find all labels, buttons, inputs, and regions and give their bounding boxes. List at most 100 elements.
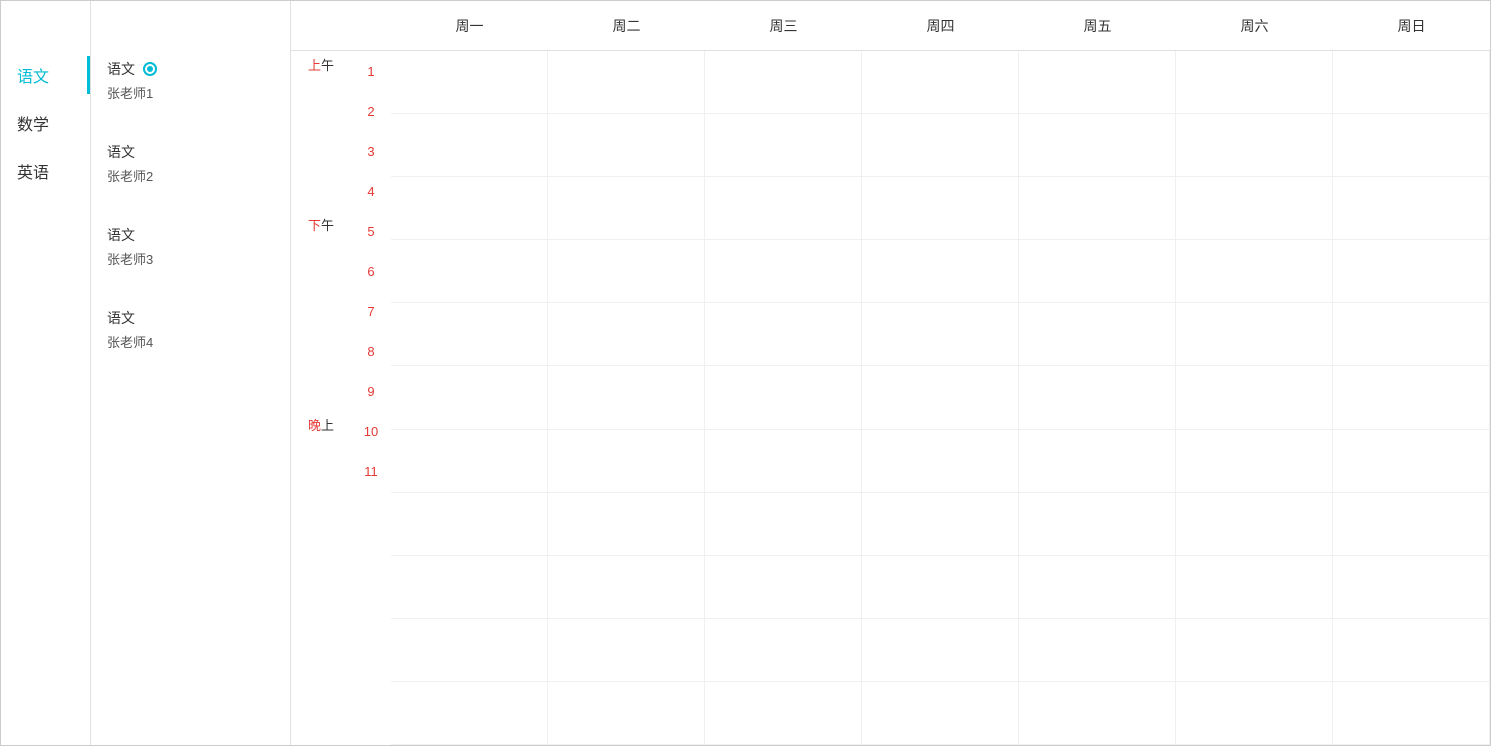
grid-cell-period9-day2[interactable] (548, 556, 705, 618)
grid-cell-period11-day4[interactable] (862, 682, 1019, 744)
grid-cell-period6-day7[interactable] (1333, 366, 1490, 428)
teacher-name-3[interactable]: 张老师3 (107, 249, 274, 268)
grid-cell-period5-day5[interactable] (1019, 303, 1176, 365)
teacher-subject-3[interactable]: 语文 (107, 225, 274, 245)
period-num-7: 7 (351, 291, 391, 331)
grid-cell-period4-day5[interactable] (1019, 240, 1176, 302)
grid-cell-period11-day1[interactable] (391, 682, 548, 744)
grid-cell-period2-day1[interactable] (391, 114, 548, 176)
grid-cell-period2-day2[interactable] (548, 114, 705, 176)
grid-cell-period10-day3[interactable] (705, 619, 862, 681)
grid-cell-period8-day5[interactable] (1019, 493, 1176, 555)
grid-cell-period3-day2[interactable] (548, 177, 705, 239)
grid-cell-period10-day6[interactable] (1176, 619, 1333, 681)
grid-row-8 (391, 493, 1490, 556)
grid-cell-period2-day3[interactable] (705, 114, 862, 176)
grid-cell-period7-day3[interactable] (705, 430, 862, 492)
teacher-subject-1[interactable]: 语文 (107, 59, 274, 79)
teacher-name-2[interactable]: 张老师2 (107, 166, 274, 185)
grid-cell-period5-day1[interactable] (391, 303, 548, 365)
grid-cell-period8-day7[interactable] (1333, 493, 1490, 555)
grid-cell-period1-day7[interactable] (1333, 51, 1490, 113)
grid-cell-period5-day4[interactable] (862, 303, 1019, 365)
grid-cell-period8-day1[interactable] (391, 493, 548, 555)
period-num-8: 8 (351, 331, 391, 371)
grid-cell-period9-day5[interactable] (1019, 556, 1176, 618)
grid-cell-period9-day6[interactable] (1176, 556, 1333, 618)
grid-cell-period7-day7[interactable] (1333, 430, 1490, 492)
grid-cell-period5-day6[interactable] (1176, 303, 1333, 365)
grid-cell-period1-day5[interactable] (1019, 51, 1176, 113)
grid-cell-period4-day7[interactable] (1333, 240, 1490, 302)
grid-cell-period3-day5[interactable] (1019, 177, 1176, 239)
grid-cell-period2-day6[interactable] (1176, 114, 1333, 176)
grid-cell-period9-day7[interactable] (1333, 556, 1490, 618)
grid-cell-period7-day5[interactable] (1019, 430, 1176, 492)
radio-teacher-1[interactable] (143, 62, 157, 76)
teacher-name-4[interactable]: 张老师4 (107, 332, 274, 351)
sidebar-item-math[interactable]: 数学 (1, 99, 90, 147)
teacher-subject-2[interactable]: 语文 (107, 142, 274, 162)
grid-cell-period10-day1[interactable] (391, 619, 548, 681)
section-evening: 晚上 (291, 411, 351, 491)
teacher-subject-4[interactable]: 语文 (107, 308, 274, 328)
grid-cell-period10-day7[interactable] (1333, 619, 1490, 681)
grid-cell-period11-day3[interactable] (705, 682, 862, 744)
grid-cell-period4-day2[interactable] (548, 240, 705, 302)
grid-cell-period8-day3[interactable] (705, 493, 862, 555)
grid-cell-period9-day1[interactable] (391, 556, 548, 618)
grid-cell-period4-day1[interactable] (391, 240, 548, 302)
grid-cell-period6-day4[interactable] (862, 366, 1019, 428)
teacher-subject-label-2: 语文 (107, 142, 135, 162)
grid-cell-period11-day2[interactable] (548, 682, 705, 744)
grid-cell-period2-day5[interactable] (1019, 114, 1176, 176)
grid-cell-period5-day2[interactable] (548, 303, 705, 365)
grid-cell-period4-day6[interactable] (1176, 240, 1333, 302)
teacher-group-2: 语文 张老师2 (91, 134, 290, 193)
grid-cell-period1-day4[interactable] (862, 51, 1019, 113)
grid-cell-period6-day6[interactable] (1176, 366, 1333, 428)
grid-cell-period7-day1[interactable] (391, 430, 548, 492)
sidebar-item-english[interactable]: 英语 (1, 147, 90, 195)
grid-cell-period6-day3[interactable] (705, 366, 862, 428)
grid-cell-period2-day4[interactable] (862, 114, 1019, 176)
grid-cell-period4-day3[interactable] (705, 240, 862, 302)
grid-cell-period3-day3[interactable] (705, 177, 862, 239)
sidebar-item-chinese[interactable]: 语文 (1, 51, 90, 99)
grid-cell-period3-day4[interactable] (862, 177, 1019, 239)
grid-cell-period6-day2[interactable] (548, 366, 705, 428)
grid-cell-period5-day7[interactable] (1333, 303, 1490, 365)
header-day-sat: 周六 (1176, 16, 1333, 36)
grid-cell-period7-day4[interactable] (862, 430, 1019, 492)
grid-cell-period8-day4[interactable] (862, 493, 1019, 555)
grid-cell-period4-day4[interactable] (862, 240, 1019, 302)
schedule-header: 周一 周二 周三 周四 周五 周六 周日 (291, 1, 1490, 51)
teacher-name-1[interactable]: 张老师1 (107, 83, 274, 102)
grid-cell-period5-day3[interactable] (705, 303, 862, 365)
grid-cell-period1-day1[interactable] (391, 51, 548, 113)
grid-cell-period6-day5[interactable] (1019, 366, 1176, 428)
period-num-9: 9 (351, 371, 391, 411)
grid-cell-period9-day4[interactable] (862, 556, 1019, 618)
grid-cell-period8-day6[interactable] (1176, 493, 1333, 555)
grid-row-7 (391, 430, 1490, 493)
grid-cell-period8-day2[interactable] (548, 493, 705, 555)
grid-cell-period9-day3[interactable] (705, 556, 862, 618)
grid-cell-period11-day5[interactable] (1019, 682, 1176, 744)
grid-cell-period7-day2[interactable] (548, 430, 705, 492)
grid-cell-period6-day1[interactable] (391, 366, 548, 428)
grid-cell-period2-day7[interactable] (1333, 114, 1490, 176)
grid-cell-period1-day6[interactable] (1176, 51, 1333, 113)
grid-cell-period3-day1[interactable] (391, 177, 548, 239)
grid-cell-period7-day6[interactable] (1176, 430, 1333, 492)
grid-cell-period1-day2[interactable] (548, 51, 705, 113)
grid-cell-period3-day6[interactable] (1176, 177, 1333, 239)
grid-cell-period11-day7[interactable] (1333, 682, 1490, 744)
grid-cell-period10-day5[interactable] (1019, 619, 1176, 681)
grid-cell-period11-day6[interactable] (1176, 682, 1333, 744)
grid-cell-period10-day4[interactable] (862, 619, 1019, 681)
period-num-3: 3 (351, 131, 391, 171)
grid-cell-period3-day7[interactable] (1333, 177, 1490, 239)
grid-cell-period1-day3[interactable] (705, 51, 862, 113)
grid-cell-period10-day2[interactable] (548, 619, 705, 681)
